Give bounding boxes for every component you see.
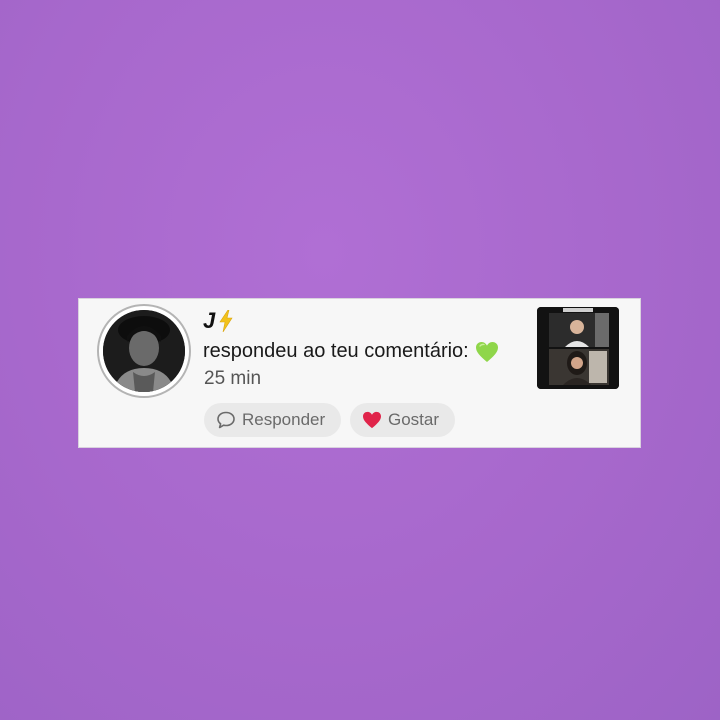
message-row: respondeu ao teu comentário: (203, 340, 499, 363)
notification-message: respondeu ao teu comentário: (203, 340, 469, 362)
reply-button-label: Responder (242, 410, 326, 429)
username[interactable]: J (203, 308, 215, 334)
lightning-bolt-icon (219, 310, 233, 332)
avatar-photo (103, 310, 185, 392)
timestamp: 25 min (204, 368, 262, 389)
red-heart-icon (362, 411, 382, 429)
speech-bubble-icon (216, 410, 236, 430)
green-heart-icon (475, 341, 499, 363)
username-row: J (203, 308, 233, 334)
reply-button[interactable]: Responder (204, 403, 341, 437)
video-thumbnail[interactable] (537, 307, 619, 389)
avatar[interactable] (97, 304, 191, 398)
like-button-label: Gostar (388, 410, 440, 429)
like-button[interactable]: Gostar (350, 403, 455, 437)
notification-card[interactable]: J respondeu ao teu comentário: 25 min Re… (78, 298, 641, 448)
